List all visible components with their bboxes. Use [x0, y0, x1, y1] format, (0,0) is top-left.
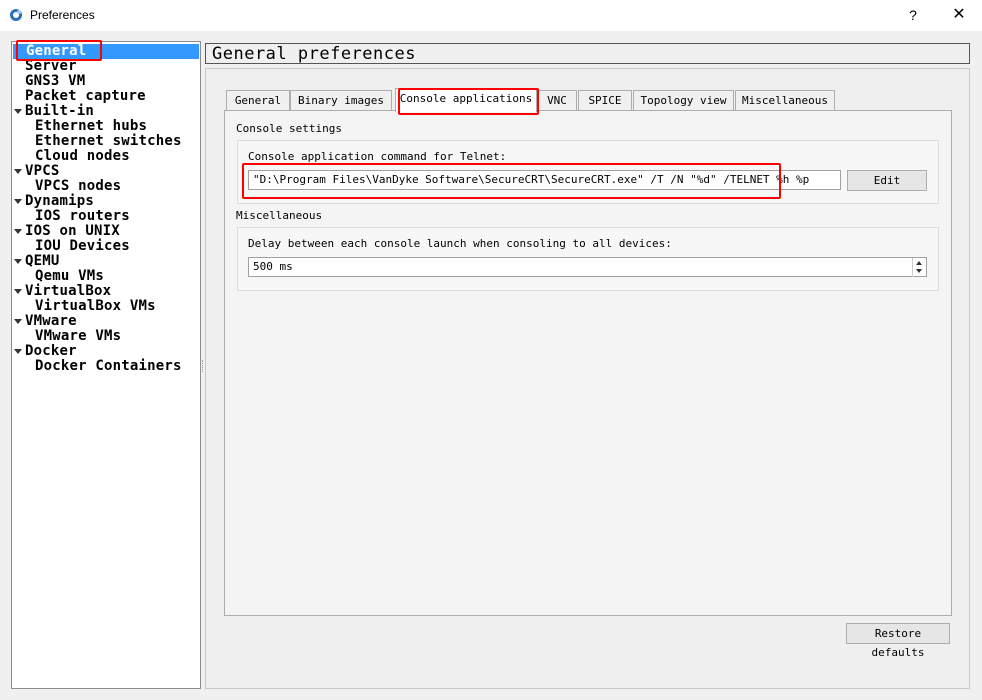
tree-item-gns3-vm[interactable]: GNS3 VM — [25, 74, 85, 89]
spin-down-icon[interactable] — [916, 269, 922, 273]
tab-miscellaneous[interactable]: Miscellaneous — [735, 90, 835, 110]
tree-item-ios-on-unix[interactable]: IOS on UNIX — [25, 224, 120, 239]
telnet-command-label: Console application command for Telnet: — [248, 150, 507, 163]
expand-arrow-icon[interactable] — [14, 169, 22, 174]
tree-item-ios-routers[interactable]: IOS routers — [35, 209, 130, 224]
expand-arrow-icon[interactable] — [14, 109, 22, 114]
tree-item-built-in[interactable]: Built-in — [25, 104, 94, 119]
help-button[interactable]: ? — [900, 4, 926, 26]
delay-label: Delay between each console launch when c… — [248, 237, 672, 250]
tree-item-qemu[interactable]: QEMU — [25, 254, 60, 269]
tab-spice[interactable]: SPICE — [578, 90, 632, 110]
miscellaneous-title: Miscellaneous — [236, 209, 323, 222]
restore-defaults-button[interactable]: Restore defaults — [846, 623, 950, 659]
tree-item-general[interactable]: General — [13, 44, 199, 59]
tree-item-virtualbox[interactable]: VirtualBox — [25, 284, 111, 299]
expand-arrow-icon[interactable] — [14, 199, 22, 204]
tab-console-applications[interactable]: Console applications — [395, 88, 537, 112]
expand-arrow-icon[interactable] — [14, 259, 22, 264]
tree-item-iou-devices[interactable]: IOU Devices — [35, 239, 130, 254]
close-button[interactable]: ✕ — [946, 4, 972, 26]
tree-item-vmware-vms[interactable]: VMware VMs — [35, 329, 121, 344]
tree-item-vmware[interactable]: VMware — [25, 314, 77, 329]
tree-item-ethernet-switches[interactable]: Ethernet switches — [35, 134, 182, 149]
tree-item-dynamips[interactable]: Dynamips — [25, 194, 94, 209]
page-header: General preferences — [205, 43, 970, 64]
edit-button[interactable]: Edit — [847, 170, 927, 191]
tab-binary-images[interactable]: Binary images — [290, 90, 392, 110]
expand-arrow-icon[interactable] — [14, 349, 22, 354]
expand-arrow-icon[interactable] — [14, 319, 22, 324]
console-settings-title: Console settings — [236, 122, 342, 135]
page-title: General preferences — [212, 44, 416, 64]
tree-item-ethernet-hubs[interactable]: Ethernet hubs — [35, 119, 147, 134]
tree-item-qemu-vms[interactable]: Qemu VMs — [35, 269, 104, 284]
tree-item-packet-capture[interactable]: Packet capture — [25, 89, 146, 104]
tree-item-virtualbox-vms[interactable]: VirtualBox VMs — [35, 299, 156, 314]
spin-up-icon[interactable] — [916, 261, 922, 265]
tab-topology-view[interactable]: Topology view — [633, 90, 734, 110]
title-bar: Preferences ? ✕ — [0, 0, 982, 31]
tree-item-docker-containers[interactable]: Docker Containers — [35, 359, 182, 374]
expand-arrow-icon[interactable] — [14, 289, 22, 294]
tree-item-vpcs-nodes[interactable]: VPCS nodes — [35, 179, 121, 194]
window-title: Preferences — [30, 8, 95, 22]
preferences-tree[interactable]: General Server GNS3 VM Packet capture Bu… — [11, 41, 201, 689]
tab-vnc[interactable]: VNC — [537, 90, 577, 110]
gns3-app-icon — [10, 9, 22, 21]
tree-item-server[interactable]: Server — [25, 59, 77, 74]
telnet-command-field[interactable]: "D:\Program Files\VanDyke Software\Secur… — [248, 170, 841, 190]
tree-item-cloud-nodes[interactable]: Cloud nodes — [35, 149, 130, 164]
delay-spinbox[interactable]: 500 ms — [248, 257, 927, 277]
tree-item-vpcs[interactable]: VPCS — [25, 164, 60, 179]
tab-general[interactable]: General — [226, 90, 290, 110]
expand-arrow-icon[interactable] — [14, 229, 22, 234]
tree-item-docker[interactable]: Docker — [25, 344, 77, 359]
spin-buttons[interactable] — [912, 258, 926, 277]
